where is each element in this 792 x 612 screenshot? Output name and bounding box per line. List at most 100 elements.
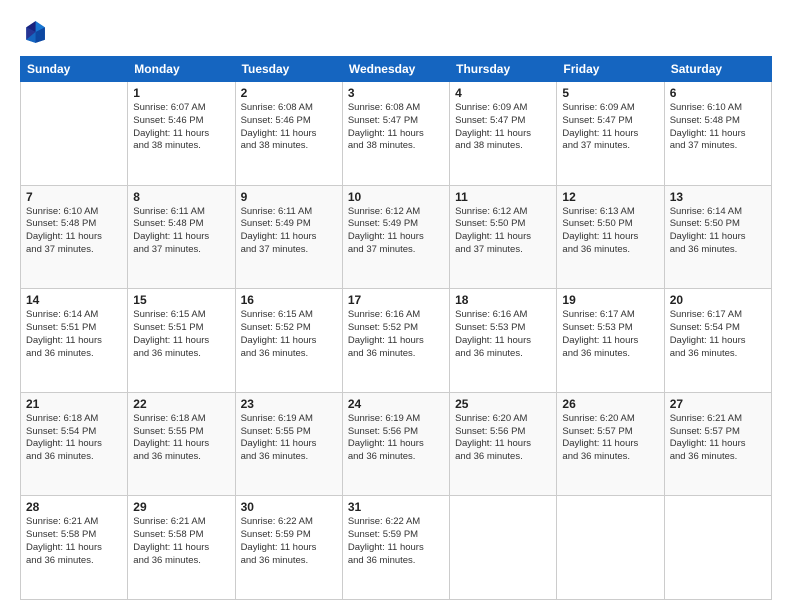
calendar-cell: 9Sunrise: 6:11 AM Sunset: 5:49 PM Daylig… [235, 185, 342, 289]
day-info: Sunrise: 6:11 AM Sunset: 5:48 PM Dayligh… [133, 206, 229, 257]
calendar-cell [21, 82, 128, 186]
day-number: 13 [670, 190, 766, 204]
weekday-header-sunday: Sunday [21, 57, 128, 82]
day-number: 14 [26, 293, 122, 307]
weekday-header-tuesday: Tuesday [235, 57, 342, 82]
day-number: 27 [670, 397, 766, 411]
day-info: Sunrise: 6:10 AM Sunset: 5:48 PM Dayligh… [26, 206, 122, 257]
calendar-cell: 4Sunrise: 6:09 AM Sunset: 5:47 PM Daylig… [450, 82, 557, 186]
calendar-cell: 25 Sunrise: 6:20 AM Sunset: 5:56 PM Dayli… [450, 392, 557, 496]
day-info: Sunrise: 6:12 AM Sunset: 5:49 PM Dayligh… [348, 206, 444, 257]
day-info: Sunrise: 6:15 AM Sunset: 5:52 PM Dayligh… [241, 309, 337, 360]
calendar-cell: 19 Sunrise: 6:17 AM Sunset: 5:53 PM Dayli… [557, 289, 664, 393]
day-info: Sunrise: 6:11 AM Sunset: 5:49 PM Dayligh… [241, 206, 337, 257]
logo [20, 18, 52, 46]
day-info: Sunrise: 6:07 AM Sunset: 5:46 PM Dayligh… [133, 102, 229, 153]
day-number: 31 [348, 500, 444, 514]
calendar-header-row: SundayMondayTuesdayWednesdayThursdayFrid… [21, 57, 772, 82]
calendar-cell: 21 Sunrise: 6:18 AM Sunset: 5:54 PM Dayli… [21, 392, 128, 496]
calendar-cell: 5 Sunrise: 6:09 AM Sunset: 5:47 PM Daylig… [557, 82, 664, 186]
calendar-cell: 27 Sunrise: 6:21 AM Sunset: 5:57 PM Dayli… [664, 392, 771, 496]
day-info: Sunrise: 6:18 AM Sunset: 5:54 PM Dayligh… [26, 413, 122, 464]
calendar-cell [450, 496, 557, 600]
day-info: Sunrise: 6:21 AM Sunset: 5:58 PM Dayligh… [26, 516, 122, 567]
day-number: 11 [455, 190, 551, 204]
day-number: 22 [133, 397, 229, 411]
calendar-cell: 29 Sunrise: 6:21 AM Sunset: 5:58 PM Dayli… [128, 496, 235, 600]
calendar-cell: 16 Sunrise: 6:15 AM Sunset: 5:52 PM Dayli… [235, 289, 342, 393]
day-info: Sunrise: 6:13 AM Sunset: 5:50 PM Dayligh… [562, 206, 658, 257]
calendar-cell: 10 Sunrise: 6:12 AM Sunset: 5:49 PM Dayli… [342, 185, 449, 289]
calendar-cell: 24Sunrise: 6:19 AM Sunset: 5:56 PM Dayli… [342, 392, 449, 496]
calendar-cell: 23Sunrise: 6:19 AM Sunset: 5:55 PM Dayli… [235, 392, 342, 496]
calendar-cell: 18 Sunrise: 6:16 AM Sunset: 5:53 PM Dayli… [450, 289, 557, 393]
weekday-header-thursday: Thursday [450, 57, 557, 82]
calendar-week-row: 28 Sunrise: 6:21 AM Sunset: 5:58 PM Dayli… [21, 496, 772, 600]
day-info: Sunrise: 6:22 AM Sunset: 5:59 PM Dayligh… [348, 516, 444, 567]
day-info: Sunrise: 6:10 AM Sunset: 5:48 PM Dayligh… [670, 102, 766, 153]
day-number: 3 [348, 86, 444, 100]
calendar-cell: 30Sunrise: 6:22 AM Sunset: 5:59 PM Dayli… [235, 496, 342, 600]
day-number: 30 [241, 500, 337, 514]
calendar-cell: 28 Sunrise: 6:21 AM Sunset: 5:58 PM Dayli… [21, 496, 128, 600]
day-number: 5 [562, 86, 658, 100]
header [20, 18, 772, 46]
day-info: Sunrise: 6:14 AM Sunset: 5:51 PM Dayligh… [26, 309, 122, 360]
calendar-cell: 31 Sunrise: 6:22 AM Sunset: 5:59 PM Dayli… [342, 496, 449, 600]
day-number: 12 [562, 190, 658, 204]
calendar-cell: 7 Sunrise: 6:10 AM Sunset: 5:48 PM Daylig… [21, 185, 128, 289]
calendar-cell: 20 Sunrise: 6:17 AM Sunset: 5:54 PM Dayli… [664, 289, 771, 393]
calendar-week-row: 7 Sunrise: 6:10 AM Sunset: 5:48 PM Daylig… [21, 185, 772, 289]
calendar-cell: 3 Sunrise: 6:08 AM Sunset: 5:47 PM Daylig… [342, 82, 449, 186]
calendar-cell: 17Sunrise: 6:16 AM Sunset: 5:52 PM Dayli… [342, 289, 449, 393]
day-number: 29 [133, 500, 229, 514]
day-info: Sunrise: 6:19 AM Sunset: 5:55 PM Dayligh… [241, 413, 337, 464]
day-number: 10 [348, 190, 444, 204]
calendar-week-row: 21 Sunrise: 6:18 AM Sunset: 5:54 PM Dayli… [21, 392, 772, 496]
day-number: 20 [670, 293, 766, 307]
day-number: 16 [241, 293, 337, 307]
calendar-cell: 2Sunrise: 6:08 AM Sunset: 5:46 PM Daylig… [235, 82, 342, 186]
logo-icon [20, 18, 48, 46]
day-info: Sunrise: 6:21 AM Sunset: 5:57 PM Dayligh… [670, 413, 766, 464]
calendar-cell: 26 Sunrise: 6:20 AM Sunset: 5:57 PM Dayli… [557, 392, 664, 496]
day-info: Sunrise: 6:20 AM Sunset: 5:57 PM Dayligh… [562, 413, 658, 464]
calendar-cell: 15Sunrise: 6:15 AM Sunset: 5:51 PM Dayli… [128, 289, 235, 393]
calendar-cell: 11 Sunrise: 6:12 AM Sunset: 5:50 PM Dayli… [450, 185, 557, 289]
calendar-cell: 1 Sunrise: 6:07 AM Sunset: 5:46 PM Daylig… [128, 82, 235, 186]
weekday-header-friday: Friday [557, 57, 664, 82]
day-number: 4 [455, 86, 551, 100]
day-number: 28 [26, 500, 122, 514]
day-number: 21 [26, 397, 122, 411]
day-number: 7 [26, 190, 122, 204]
calendar-week-row: 14 Sunrise: 6:14 AM Sunset: 5:51 PM Dayli… [21, 289, 772, 393]
calendar-week-row: 1 Sunrise: 6:07 AM Sunset: 5:46 PM Daylig… [21, 82, 772, 186]
day-info: Sunrise: 6:18 AM Sunset: 5:55 PM Dayligh… [133, 413, 229, 464]
day-number: 17 [348, 293, 444, 307]
day-number: 24 [348, 397, 444, 411]
day-info: Sunrise: 6:09 AM Sunset: 5:47 PM Dayligh… [562, 102, 658, 153]
page: SundayMondayTuesdayWednesdayThursdayFrid… [0, 0, 792, 612]
day-number: 18 [455, 293, 551, 307]
day-info: Sunrise: 6:14 AM Sunset: 5:50 PM Dayligh… [670, 206, 766, 257]
day-number: 15 [133, 293, 229, 307]
day-info: Sunrise: 6:20 AM Sunset: 5:56 PM Dayligh… [455, 413, 551, 464]
day-number: 25 [455, 397, 551, 411]
calendar-cell: 6Sunrise: 6:10 AM Sunset: 5:48 PM Daylig… [664, 82, 771, 186]
weekday-header-saturday: Saturday [664, 57, 771, 82]
day-info: Sunrise: 6:08 AM Sunset: 5:46 PM Dayligh… [241, 102, 337, 153]
calendar-table: SundayMondayTuesdayWednesdayThursdayFrid… [20, 56, 772, 600]
day-number: 19 [562, 293, 658, 307]
day-info: Sunrise: 6:21 AM Sunset: 5:58 PM Dayligh… [133, 516, 229, 567]
calendar-cell [557, 496, 664, 600]
day-info: Sunrise: 6:17 AM Sunset: 5:53 PM Dayligh… [562, 309, 658, 360]
day-info: Sunrise: 6:12 AM Sunset: 5:50 PM Dayligh… [455, 206, 551, 257]
day-number: 26 [562, 397, 658, 411]
day-number: 8 [133, 190, 229, 204]
day-info: Sunrise: 6:17 AM Sunset: 5:54 PM Dayligh… [670, 309, 766, 360]
day-info: Sunrise: 6:16 AM Sunset: 5:53 PM Dayligh… [455, 309, 551, 360]
calendar-cell: 13 Sunrise: 6:14 AM Sunset: 5:50 PM Dayli… [664, 185, 771, 289]
day-info: Sunrise: 6:08 AM Sunset: 5:47 PM Dayligh… [348, 102, 444, 153]
day-number: 1 [133, 86, 229, 100]
calendar-cell [664, 496, 771, 600]
